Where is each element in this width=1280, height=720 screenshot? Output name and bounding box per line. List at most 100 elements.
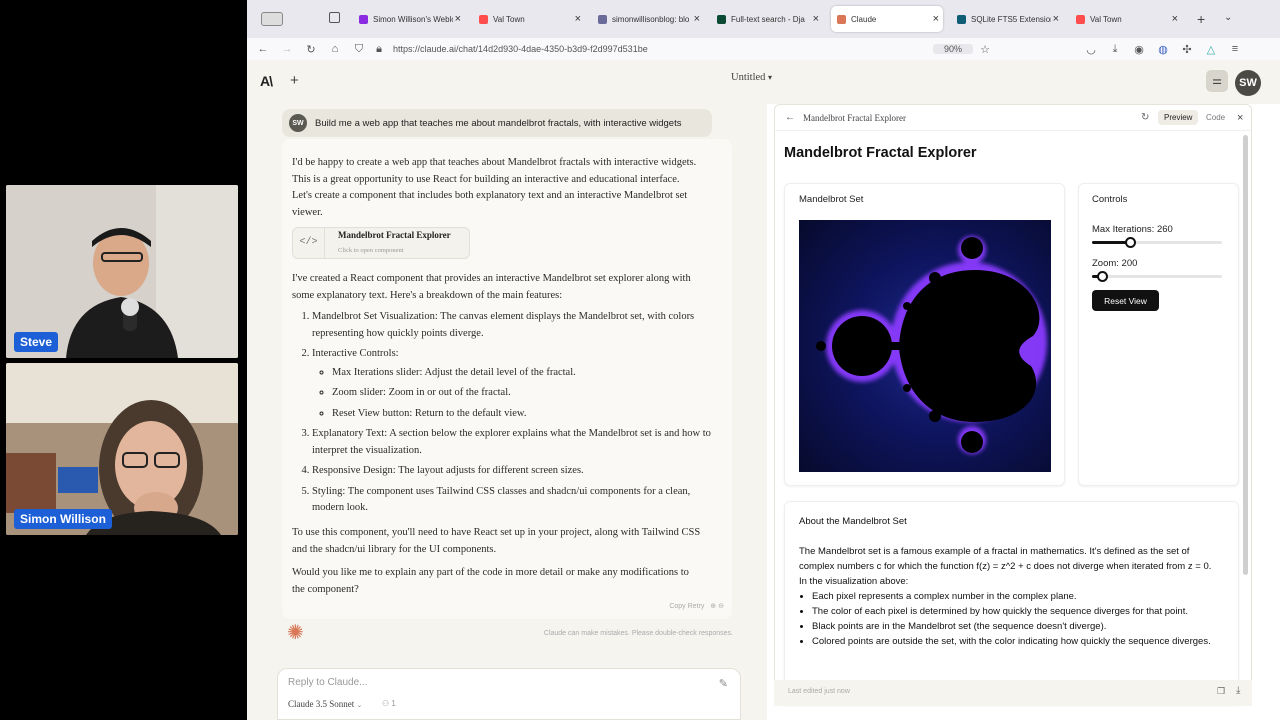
disclaimer: Claude can make mistakes. Please double-… [543,630,733,637]
zoom-slider[interactable] [1092,271,1222,282]
attach-icon[interactable]: ✎ [719,677,728,690]
list-item: Each pixel represents a complex number i… [812,589,1219,604]
close-tab-icon[interactable]: × [694,13,700,25]
browser-tab[interactable]: SQLite FTS5 Extension × [951,6,1063,32]
browser-tab-active[interactable]: Claude × [831,6,943,32]
back-icon[interactable]: ← [251,43,275,55]
browser-tab[interactable]: simonwillisonblog: blo × [592,6,704,32]
reply-summary: I've created a React component that prov… [292,273,691,301]
bookmark-star-icon[interactable]: ☆ [973,43,997,56]
sidebar-toggle-icon[interactable] [261,12,283,26]
tab-label: Val Town [1090,14,1122,24]
menu-icon[interactable]: ≡ [1223,43,1247,55]
list-item: The color of each pixel is determined by… [812,604,1219,619]
user-message: SW Build me a web app that teaches me ab… [282,109,712,137]
person-icon[interactable]: ⚇ 1 [382,699,396,708]
settings-sliders-icon[interactable]: ⚌ [1206,70,1228,92]
reply-actions: Copy Retry ⊕ ⊖ [669,599,724,616]
thumbs-up-icon[interactable]: ⊕ [710,603,716,610]
extension-icon[interactable]: ◍ [1151,43,1175,56]
copy-retry-buttons[interactable]: Copy Retry [669,603,704,610]
user-avatar[interactable]: SW [1235,70,1261,96]
about-card: About the Mandelbrot Set The Mandelbrot … [784,501,1239,705]
browser-tab[interactable]: Simon Willison's Weblog × [353,6,465,32]
list-item: Responsive Design: The layout adjusts fo… [312,463,712,480]
tab-preview[interactable]: Preview [1158,110,1199,125]
video-tile-simon: Simon Willison [6,363,238,535]
reply-followup: Would you like me to explain any part of… [292,567,689,595]
favicon-icon [717,14,726,24]
share-icon[interactable]: △ [1199,43,1223,56]
close-tab-icon[interactable]: × [933,13,939,25]
close-tab-icon[interactable]: × [813,13,819,25]
slider-thumb[interactable] [1125,237,1136,248]
reply-input[interactable]: Reply to Claude... [288,677,368,688]
artifact-title: Mandelbrot Fractal Explorer [338,229,451,240]
pocket-icon[interactable]: ◡ [1079,43,1103,56]
user-avatar-small: SW [289,114,307,132]
chat-title[interactable]: Untitled ▾ [731,72,772,83]
download-icon[interactable]: ⤓ [1236,685,1240,696]
close-tab-icon[interactable]: × [1053,13,1059,25]
close-tab-icon[interactable]: × [455,13,461,25]
forward-icon[interactable]: → [275,43,299,55]
download-icon[interactable]: ⤓ [1103,43,1127,56]
close-tab-icon[interactable]: × [1172,13,1178,25]
favicon-icon [479,14,488,24]
reply-intro: I'd be happy to create a web app that te… [292,157,697,218]
slider-thumb[interactable] [1097,271,1108,282]
puzzle-icon[interactable]: ✣ [1175,43,1199,56]
refresh-icon[interactable]: ↻ [1141,112,1149,123]
browser-tab[interactable]: Full-text search - Dja × [711,6,823,32]
reset-view-button[interactable]: Reset View [1092,290,1159,311]
controls-card: Controls Max Iterations: 260 Zoom: 200 R… [1078,183,1239,486]
controls-sublist: Max Iterations slider: Adjust the detail… [312,365,712,423]
tab-overview-icon[interactable] [329,12,340,23]
about-title: About the Mandelbrot Set [799,516,907,527]
about-paragraph: The Mandelbrot set is a famous example o… [799,546,1212,572]
zoom-level[interactable]: 90% [933,44,973,54]
avatar-initials: SW [1239,77,1257,89]
tab-list-chevron-icon[interactable]: ⌄ [1224,12,1232,23]
home-icon[interactable]: ⌂ [323,43,347,55]
close-icon[interactable]: × [1237,112,1243,124]
shield-icon[interactable]: ⛉ [347,43,371,56]
reply-composer[interactable]: Reply to Claude... ✎ Claude 3.5 Sonnet ⌄… [277,668,741,720]
close-tab-icon[interactable]: × [575,13,581,25]
scrollbar[interactable] [1243,135,1248,575]
anthropic-logo-icon[interactable]: A\ [260,73,273,89]
favicon-icon [598,14,607,24]
list-item-text: Interactive Controls: [312,348,399,359]
page-title: Mandelbrot Fractal Explorer [784,145,977,161]
reload-icon[interactable]: ↻ [299,43,323,56]
max-iterations-label: Max Iterations: 260 [1092,224,1173,235]
list-item: Explanatory Text: A section below the ex… [312,426,712,459]
claude-spark-icon: ✺ [287,622,304,644]
mandelbrot-set-label: Mandelbrot Set [799,194,864,205]
video-tile-steve: Steve [6,185,238,358]
list-item: Styling: The component uses Tailwind CSS… [312,484,712,517]
mandelbrot-canvas[interactable] [799,220,1051,472]
browser-tab[interactable]: Val Town × [1070,6,1182,32]
last-edited: Last edited just now [788,688,850,695]
artifact-header-title: Mandelbrot Fractal Explorer [803,112,906,123]
model-name: Claude 3.5 Sonnet [288,699,355,709]
max-iterations-slider[interactable] [1092,237,1222,248]
back-arrow-icon[interactable]: ← [785,112,795,123]
about-text: The Mandelbrot set is a famous example o… [799,544,1219,649]
artifact-subtitle: Click to open component [338,247,404,254]
browser-tab[interactable]: Val Town × [473,6,585,32]
model-selector[interactable]: Claude 3.5 Sonnet ⌄ [288,699,362,709]
thumbs-down-icon[interactable]: ⊖ [718,603,724,610]
account-icon[interactable]: ◉ [1127,43,1151,56]
copy-icon[interactable]: ❐ [1217,686,1225,697]
favicon-icon [359,14,368,24]
tab-label: Full-text search - Dja [731,14,805,24]
artifact-card[interactable]: </> Mandelbrot Fractal Explorer Click to… [292,227,470,259]
new-tab-icon[interactable]: + [1197,11,1205,27]
address-bar[interactable]: https://claude.ai/chat/14d2d930-4dae-435… [393,44,933,54]
artifact-header: ← Mandelbrot Fractal Explorer ↻ Preview … [775,105,1251,131]
tab-code[interactable]: Code [1203,110,1228,125]
assistant-reply: I'd be happy to create a web app that te… [282,139,732,619]
new-chat-icon[interactable]: + [290,72,299,89]
